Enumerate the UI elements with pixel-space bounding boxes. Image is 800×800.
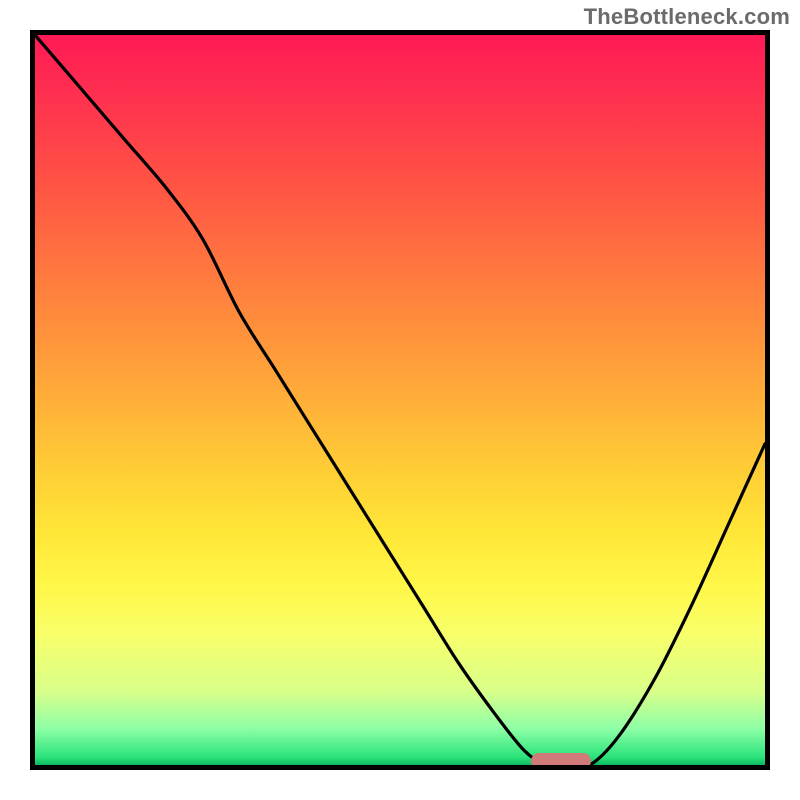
bottleneck-curve — [35, 35, 765, 765]
plot-area — [30, 30, 770, 770]
optimal-range-marker — [531, 753, 591, 769]
chart-frame: TheBottleneck.com — [0, 0, 800, 800]
watermark-text: TheBottleneck.com — [584, 4, 790, 30]
